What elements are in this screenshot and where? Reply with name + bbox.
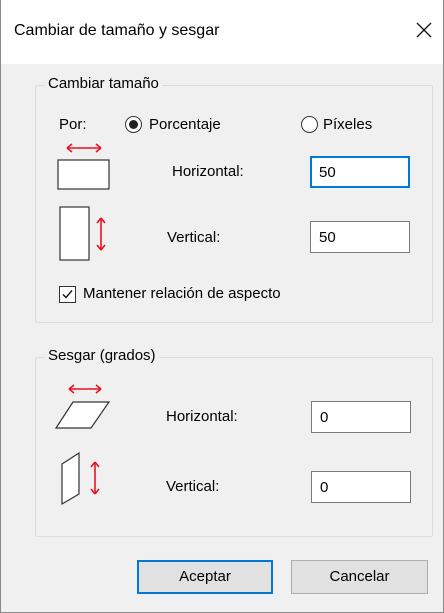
skew-horizontal-input[interactable] — [311, 401, 411, 433]
close-icon — [416, 22, 432, 38]
resize-vertical-label: Vertical: — [167, 229, 221, 246]
skew-vertical-icon — [61, 451, 100, 506]
resize-horizontal-icon — [57, 143, 110, 190]
resize-horizontal-label: Horizontal: — [172, 163, 244, 180]
skew-vertical-label: Vertical: — [166, 478, 220, 495]
skew-horizontal-label: Horizontal: — [166, 408, 238, 425]
cancel-button[interactable]: Cancelar — [291, 560, 428, 594]
skew-horizontal-icon — [54, 384, 111, 429]
keep-aspect-label: Mantener relación de aspecto — [83, 285, 281, 302]
skew-group-label: Sesgar (grados) — [45, 347, 159, 364]
percentage-label: Porcentaje — [149, 116, 221, 133]
resize-horizontal-input[interactable] — [310, 156, 410, 188]
percentage-radio-option[interactable]: Porcentaje — [125, 114, 255, 136]
pixels-radio[interactable] — [301, 116, 318, 133]
resize-skew-dialog: Cambiar de tamaño y sesgar Cambiar tamañ… — [0, 0, 444, 613]
resize-vertical-input[interactable] — [310, 221, 410, 253]
keep-aspect-checkbox-option[interactable]: Mantener relación de aspecto — [59, 284, 359, 306]
percentage-radio[interactable] — [125, 116, 142, 133]
resize-vertical-icon — [59, 206, 106, 261]
ok-button[interactable]: Aceptar — [137, 560, 273, 594]
pixels-label: Píxeles — [323, 116, 373, 133]
dialog-title: Cambiar de tamaño y sesgar — [14, 22, 220, 39]
title-bar: Cambiar de tamaño y sesgar — [1, 0, 443, 64]
keep-aspect-checkbox[interactable] — [59, 286, 76, 303]
resize-group-label: Cambiar tamaño — [45, 75, 162, 92]
checkmark-icon — [62, 290, 73, 299]
close-button[interactable] — [410, 16, 438, 44]
skew-vertical-input[interactable] — [311, 471, 411, 503]
pixels-radio-option[interactable]: Píxeles — [301, 114, 401, 136]
by-label: Por: — [59, 116, 87, 133]
